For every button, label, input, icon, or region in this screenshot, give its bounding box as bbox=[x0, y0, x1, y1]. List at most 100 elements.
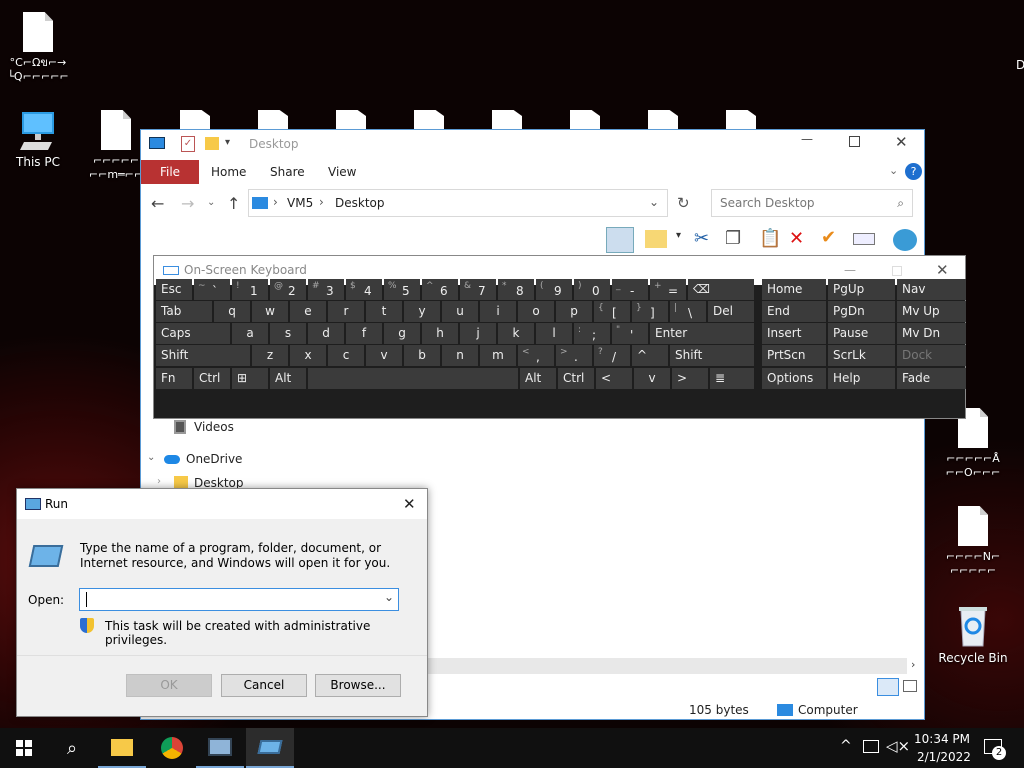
key-pgdn[interactable]: PgDn bbox=[828, 301, 895, 322]
key-u[interactable]: u bbox=[442, 301, 478, 322]
key-tab[interactable]: Tab bbox=[156, 301, 212, 322]
refresh-icon[interactable]: ↻ bbox=[677, 194, 690, 212]
copy-icon[interactable]: ❐ bbox=[725, 228, 741, 249]
forward-icon[interactable]: → bbox=[181, 194, 194, 213]
new-folder-icon[interactable] bbox=[205, 137, 219, 150]
this-pc-icon[interactable]: This PC bbox=[0, 110, 76, 169]
folder-options-icon[interactable] bbox=[645, 230, 667, 248]
key-shift-left[interactable]: Shift bbox=[156, 345, 250, 366]
key-pgup[interactable]: PgUp bbox=[828, 279, 895, 300]
key-0[interactable]: ) 0 bbox=[574, 279, 610, 300]
key-3[interactable]: #3 bbox=[308, 279, 344, 300]
tab-view[interactable]: View bbox=[316, 160, 368, 184]
key-a[interactable]: a bbox=[232, 323, 268, 344]
recent-chevron-icon[interactable]: ⌄ bbox=[207, 197, 215, 208]
key-r[interactable]: r bbox=[328, 301, 364, 322]
key-windows[interactable]: ⊞ bbox=[232, 368, 268, 389]
cut-icon[interactable]: ✂ bbox=[694, 228, 709, 249]
key-comma[interactable]: <, bbox=[518, 345, 554, 366]
key-5[interactable]: % 5 bbox=[384, 279, 420, 300]
key-tilde[interactable]: ~ ` bbox=[194, 279, 230, 300]
key-slash[interactable]: ? / bbox=[594, 345, 630, 366]
key-w[interactable]: w bbox=[252, 301, 288, 322]
key-semicolon[interactable]: :; bbox=[574, 323, 610, 344]
key-esc[interactable]: Esc bbox=[156, 279, 192, 300]
key-right[interactable]: > bbox=[672, 368, 708, 389]
key-n[interactable]: n bbox=[442, 345, 478, 366]
open-input[interactable]: ⌄ bbox=[79, 588, 399, 611]
key-insert[interactable]: Insert bbox=[762, 323, 826, 344]
breadcrumb-desktop[interactable]: Desktop bbox=[335, 196, 385, 210]
key-o[interactable]: o bbox=[518, 301, 554, 322]
tab-home[interactable]: Home bbox=[199, 160, 258, 184]
key-minus[interactable]: _ - bbox=[612, 279, 648, 300]
key-equals[interactable]: + = bbox=[650, 279, 686, 300]
key-left-bracket[interactable]: {[ bbox=[594, 301, 630, 322]
key-j[interactable]: j bbox=[460, 323, 496, 344]
horizontal-scrollbar[interactable] bbox=[427, 658, 907, 674]
key-d[interactable]: d bbox=[308, 323, 344, 344]
cancel-button[interactable]: Cancel bbox=[221, 674, 307, 697]
chevron-down-icon[interactable]: ⌄ bbox=[147, 452, 155, 463]
network-app-taskbar-button[interactable] bbox=[196, 728, 244, 768]
preview-pane-icon[interactable] bbox=[606, 227, 634, 253]
key-6[interactable]: ^ 6 bbox=[422, 279, 458, 300]
key-del[interactable]: Del bbox=[708, 301, 754, 322]
key-down[interactable]: v bbox=[634, 368, 670, 389]
maximize-button[interactable] bbox=[849, 136, 860, 147]
key-e[interactable]: e bbox=[290, 301, 326, 322]
key-caps[interactable]: Caps bbox=[156, 323, 230, 344]
address-bar[interactable]: › VM5 › Desktop ⌄ bbox=[248, 189, 668, 217]
chrome-taskbar-button[interactable] bbox=[148, 728, 196, 768]
up-icon[interactable]: ↑ bbox=[227, 194, 240, 213]
key-up[interactable]: ^ bbox=[632, 345, 668, 366]
run-taskbar-button[interactable] bbox=[246, 728, 294, 768]
key-alt-right[interactable]: Alt bbox=[520, 368, 556, 389]
key-help[interactable]: Help bbox=[828, 368, 895, 389]
key-m[interactable]: m bbox=[480, 345, 516, 366]
key-options[interactable]: Options bbox=[762, 368, 826, 389]
tab-share[interactable]: Share bbox=[258, 160, 317, 184]
chevron-down-icon[interactable]: ⌄ bbox=[384, 590, 394, 604]
search-input[interactable]: Search Desktop ⌕ bbox=[711, 189, 913, 217]
search-button[interactable]: ⌕ bbox=[48, 728, 96, 768]
nav-onedrive[interactable]: OneDrive bbox=[186, 452, 242, 466]
chevron-down-icon[interactable]: ⌄ bbox=[649, 195, 659, 209]
key-mv-dn[interactable]: Mv Dn bbox=[897, 323, 966, 344]
check-icon[interactable]: ✔ bbox=[821, 227, 836, 248]
start-button[interactable] bbox=[0, 728, 48, 768]
browse-button[interactable]: Browse... bbox=[315, 674, 401, 697]
key-home[interactable]: Home bbox=[762, 279, 826, 300]
key-2[interactable]: @2 bbox=[270, 279, 306, 300]
key-backspace[interactable]: ⌫ bbox=[688, 279, 754, 300]
key-mv-up[interactable]: Mv Up bbox=[897, 301, 966, 322]
recycle-bin-icon[interactable]: Recycle Bin bbox=[935, 604, 1011, 665]
key-space[interactable] bbox=[308, 368, 518, 389]
key-quote[interactable]: " ' bbox=[612, 323, 648, 344]
key-s[interactable]: s bbox=[270, 323, 306, 344]
key-shift-right[interactable]: Shift bbox=[670, 345, 754, 366]
key-8[interactable]: * 8 bbox=[498, 279, 534, 300]
key-left[interactable]: < bbox=[596, 368, 632, 389]
scroll-right-icon[interactable]: › bbox=[911, 658, 915, 671]
key-fn[interactable]: Fn bbox=[156, 368, 192, 389]
file-explorer-taskbar-button[interactable] bbox=[98, 728, 146, 768]
key-z[interactable]: z bbox=[252, 345, 288, 366]
key-ctrl-right[interactable]: Ctrl bbox=[558, 368, 594, 389]
desktop-file-1[interactable]: °C⌐Ωข⌐→ └Q⌐⌐⌐⌐⌐ bbox=[0, 12, 76, 84]
delete-icon[interactable]: ✕ bbox=[789, 228, 804, 249]
key-i[interactable]: i bbox=[480, 301, 516, 322]
key-h[interactable]: h bbox=[422, 323, 458, 344]
key-x[interactable]: x bbox=[290, 345, 326, 366]
nav-videos[interactable]: Videos bbox=[194, 420, 234, 434]
key-enter[interactable]: Enter bbox=[650, 323, 754, 344]
back-icon[interactable]: ← bbox=[151, 194, 164, 213]
chevron-right-icon[interactable]: › bbox=[157, 476, 161, 487]
network-icon[interactable] bbox=[863, 740, 879, 753]
tab-file[interactable]: File bbox=[141, 160, 199, 184]
key-v[interactable]: v bbox=[366, 345, 402, 366]
key-end[interactable]: End bbox=[762, 301, 826, 322]
key-q[interactable]: q bbox=[214, 301, 250, 322]
large-icons-view-icon[interactable] bbox=[903, 680, 917, 692]
key-b[interactable]: b bbox=[404, 345, 440, 366]
